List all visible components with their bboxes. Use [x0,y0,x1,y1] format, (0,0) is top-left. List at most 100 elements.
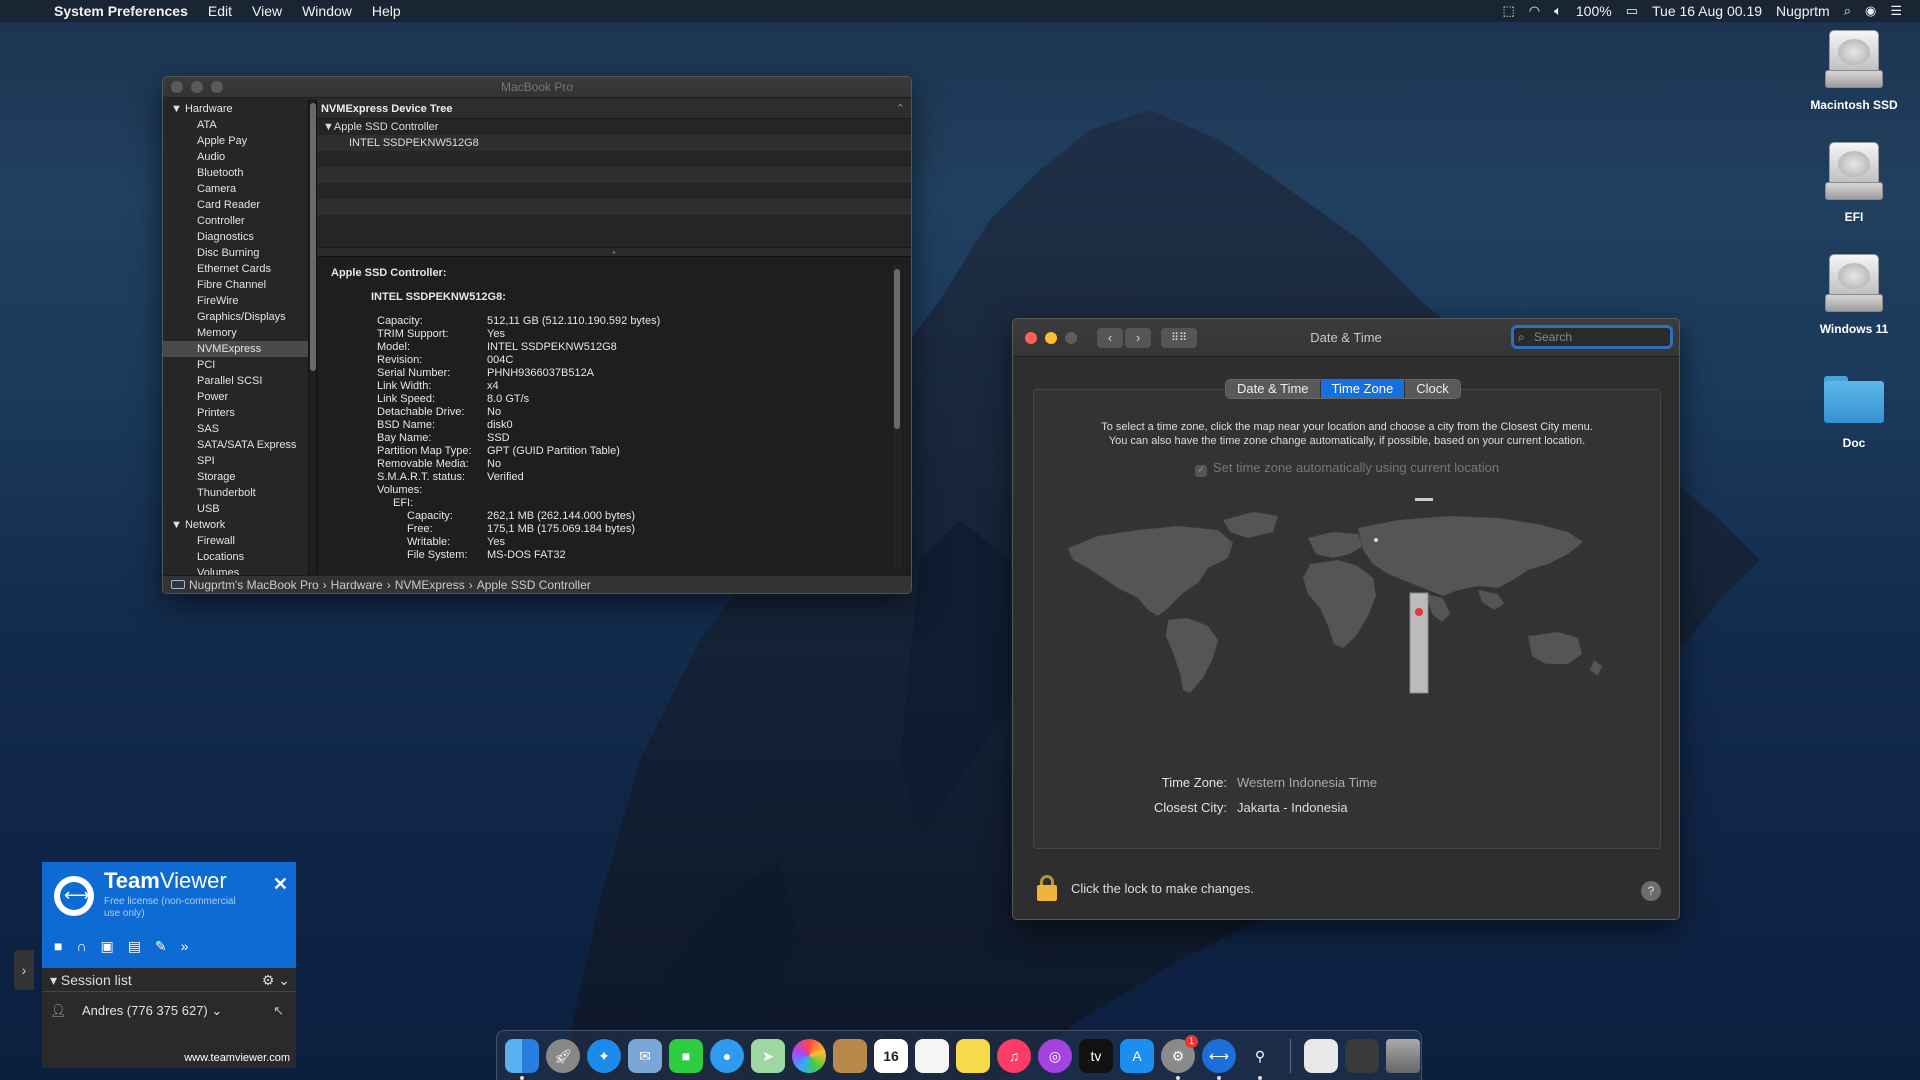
sidebar-item[interactable]: Disc Burning [163,245,308,261]
menu-edit[interactable]: Edit [208,3,232,19]
podcasts-icon[interactable]: ◎ [1038,1038,1072,1073]
sidebar-item[interactable]: Parallel SCSI [163,373,308,389]
device-tree-header[interactable]: NVMExpress Device Tree ⌃ [317,99,911,119]
tab-time-zone[interactable]: Time Zone [1320,380,1406,398]
desktop-icon-macintosh-ssd[interactable]: Macintosh SSD [1794,30,1914,112]
document-icon[interactable] [1304,1038,1338,1073]
path-segment[interactable]: Apple SSD Controller [477,576,591,593]
sidebar-item[interactable]: Card Reader [163,197,308,213]
help-button[interactable]: ? [1641,881,1661,901]
sidebar-item[interactable]: Locations [163,549,308,565]
mail-icon[interactable]: ✉ [628,1038,662,1073]
menu-view[interactable]: View [252,3,282,19]
sidebar-item[interactable]: Controller [163,213,308,229]
sidebar-item[interactable]: Audio [163,149,308,165]
siri-icon[interactable]: ◉ [1865,3,1876,19]
system-preferences-icon[interactable]: ⚙ [1161,1034,1198,1080]
path-segment[interactable]: Hardware [331,576,383,593]
menu-help[interactable]: Help [372,3,401,19]
session-list-header[interactable]: ▾ Session list ⚙ ⌄ [42,968,296,992]
tools-icon[interactable]: ✎ [155,938,167,955]
sidebar-item[interactable]: SAS [163,421,308,437]
window-titlebar[interactable]: MacBook Pro [163,77,911,98]
teamviewer-link[interactable]: www.teamviewer.com [184,1052,290,1064]
sidebar-item[interactable]: Fibre Channel [163,277,308,293]
sidebar-item[interactable]: Diagnostics [163,229,308,245]
notification-center-icon[interactable]: ☰ [1890,3,1902,19]
sidebar-item[interactable]: Printers [163,405,308,421]
window-titlebar[interactable]: ‹ › ⠿⠿ Date & Time ⌕ Search [1013,319,1679,357]
sidebar-item[interactable]: Ethernet Cards [163,261,308,277]
video-icon[interactable]: ■ [54,938,62,955]
close-button[interactable] [1025,331,1037,344]
launchpad-icon[interactable]: 🚀︎ [546,1038,580,1073]
sidebar-item[interactable]: Graphics/Displays [163,309,308,325]
sidebar-item[interactable]: FireWire [163,293,308,309]
desktop-icon-doc[interactable]: Doc [1794,370,1914,450]
messages-icon[interactable]: ● [710,1038,744,1073]
world-map[interactable] [1058,498,1638,698]
sidebar-item[interactable]: Memory [163,325,308,341]
battery-percent[interactable]: 100% [1576,3,1612,19]
finder-icon[interactable] [505,1038,539,1080]
sidebar-item[interactable]: ATA [163,117,308,133]
sidebar-item[interactable]: Apple Pay [163,133,308,149]
safari-icon[interactable]: ✦ [587,1038,621,1073]
sidebar-item[interactable]: Power [163,389,308,405]
zoom-button[interactable] [1065,331,1077,344]
desktop-icon-efi[interactable]: EFI [1794,142,1914,224]
volume-icon[interactable]: 🔈︎ [1554,3,1562,19]
menu-window[interactable]: Window [302,3,352,19]
disclosure-triangle-icon[interactable]: ▼ [323,121,334,133]
apple-tv-icon[interactable]: tv [1079,1038,1113,1073]
photos-icon[interactable] [792,1038,826,1073]
sidebar-item[interactable]: NVMExpress [163,341,308,357]
trash-icon[interactable] [1386,1038,1420,1073]
app-store-icon[interactable]: A [1120,1038,1154,1073]
closest-city-popup[interactable]: Jakarta - Indonesia [1237,795,1348,820]
cursor-icon[interactable]: ↖ [273,994,284,1028]
notes-icon[interactable] [956,1038,990,1073]
minimize-button[interactable] [1045,331,1057,344]
show-all-grid-icon[interactable]: ⠿⠿ [1161,327,1197,348]
tree-row-device[interactable]: INTEL SSDPEKNW512G8 [317,135,911,151]
close-icon[interactable]: ✕ [273,874,288,895]
path-segment[interactable]: Nugprtm's MacBook Pro [189,576,319,593]
menu-app-name[interactable]: System Preferences [54,3,188,19]
contacts-icon[interactable] [833,1038,867,1073]
desktop-icon-windows-11[interactable]: Windows 11 [1794,254,1914,336]
teamviewer-panel-toggle[interactable]: › [14,950,34,990]
detail-scrollbar[interactable] [893,265,901,567]
menu-user[interactable]: Nugprtm [1776,3,1830,19]
teamviewer-icon[interactable]: ⟷ [1202,1038,1236,1080]
calendar-icon[interactable]: 16 [874,1038,908,1073]
auto-timezone-checkbox[interactable]: ✓ Set time zone automatically using curre… [1034,460,1660,477]
battery-icon[interactable]: ▭ [1626,3,1638,19]
sidebar-item[interactable]: Bluetooth [163,165,308,181]
sidebar-item[interactable]: Storage [163,469,308,485]
app-status-icon[interactable]: ⬚ [1502,3,1514,19]
sidebar-item[interactable]: Firewall [163,533,308,549]
system-information-icon[interactable]: ⚲ [1243,1039,1277,1080]
reminders-icon[interactable] [915,1038,949,1073]
lock-icon[interactable] [1037,875,1057,901]
music-icon[interactable]: ♫ [997,1038,1031,1073]
screenshot-icon[interactable] [1345,1038,1379,1073]
wifi-icon[interactable]: ◠ [1529,3,1540,19]
sidebar-group-hardware[interactable]: ▼ Hardware [163,101,308,117]
gear-icon[interactable]: ⚙ ⌄ [262,968,290,992]
facetime-icon[interactable]: ■ [669,1038,703,1073]
back-button[interactable]: ‹ [1097,327,1123,348]
forward-button[interactable]: › [1125,327,1151,348]
menu-clock[interactable]: Tue 16 Aug 00.19 [1652,3,1762,19]
search-input[interactable]: ⌕ Search [1511,325,1673,349]
session-row[interactable]: 👤︎ Andres (776 375 627) ⌄ ↖ [42,994,296,1028]
sidebar-group-network[interactable]: ▼ Network [163,517,308,533]
sidebar-item[interactable]: Camera [163,181,308,197]
disclosure-triangle-icon[interactable]: ▼ [171,519,182,531]
tab-date-time[interactable]: Date & Time [1226,380,1321,398]
tab-clock[interactable]: Clock [1405,380,1460,398]
sidebar-item[interactable]: SATA/SATA Express [163,437,308,453]
sidebar-item[interactable]: PCI [163,357,308,373]
disclosure-triangle-icon[interactable]: ▼ [171,103,182,115]
